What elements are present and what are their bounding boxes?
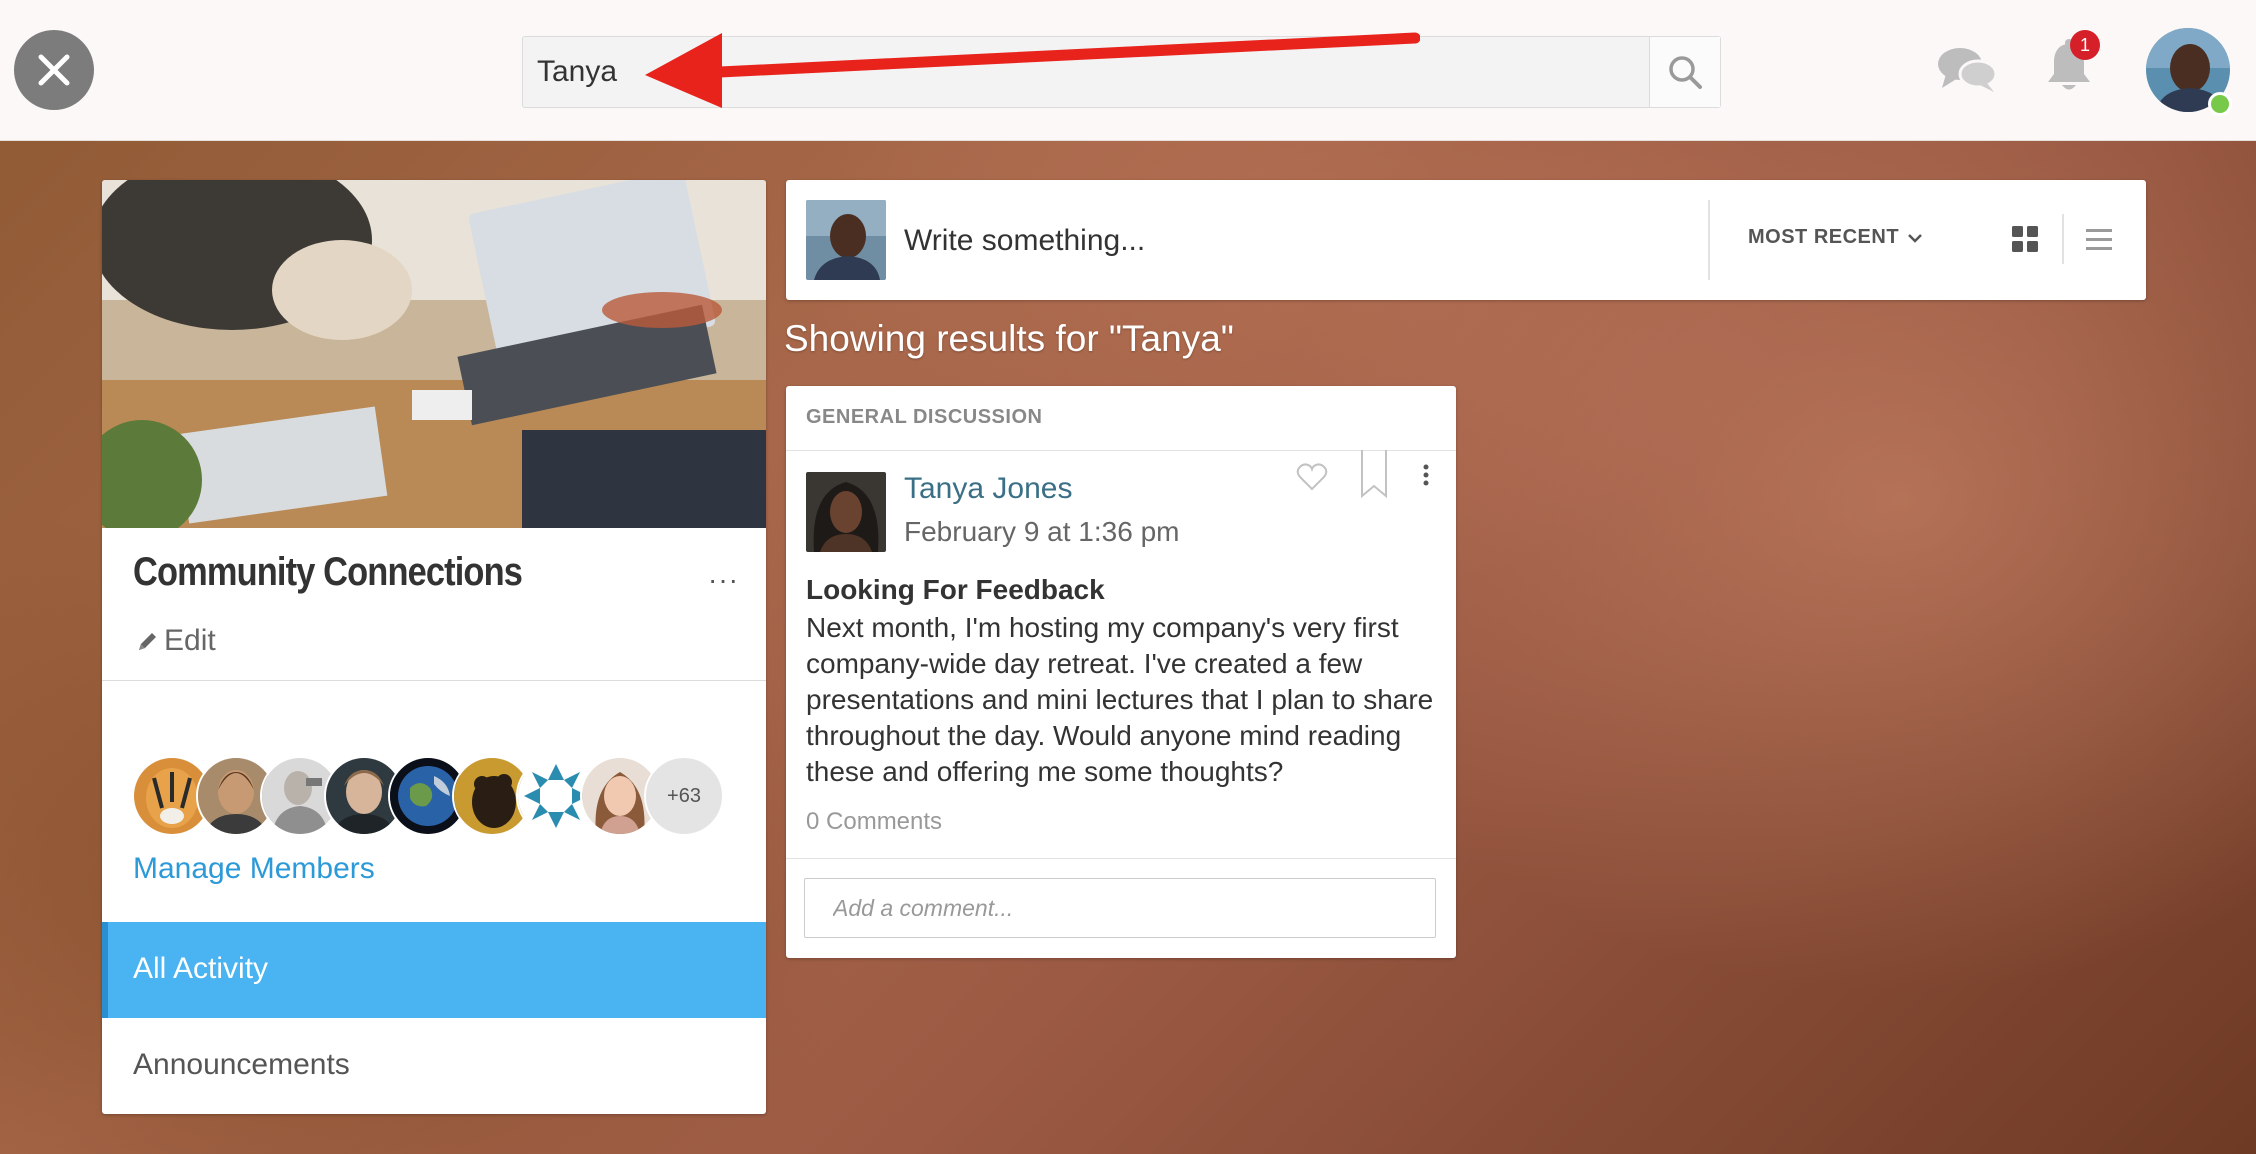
online-status-dot: [2208, 92, 2232, 116]
manage-members-link[interactable]: Manage Members: [133, 852, 375, 886]
chat-icon[interactable]: [1936, 44, 1998, 94]
top-bar: 1: [0, 0, 2256, 141]
notification-badge: 1: [2070, 30, 2100, 60]
member-avatars: +63: [132, 756, 732, 836]
annotation-arrow-icon: [645, 32, 1420, 108]
post-timestamp: February 9 at 1:36 pm: [904, 516, 1180, 547]
edit-label: Edit: [164, 624, 216, 657]
post-card: GENERAL DISCUSSION Tanya Jones February …: [786, 386, 1456, 958]
close-button[interactable]: [14, 30, 94, 110]
post-category[interactable]: GENERAL DISCUSSION: [806, 406, 1042, 429]
divider: [786, 450, 1456, 451]
search-button[interactable]: [1649, 37, 1720, 107]
divider: [786, 858, 1456, 859]
nav-item-label: All Activity: [133, 952, 269, 985]
divider: [1708, 200, 1710, 280]
search-results-heading: Showing results for "Tanya": [784, 318, 1234, 359]
nav-item-announcements[interactable]: Announcements: [102, 1018, 766, 1114]
members-more-count[interactable]: +63: [644, 756, 724, 836]
close-icon: [38, 54, 70, 86]
sort-dropdown[interactable]: MOST RECENT: [1748, 226, 1923, 249]
nav-item-all-activity[interactable]: All Activity: [102, 922, 766, 1018]
comments-count-link[interactable]: 0 Comments: [806, 808, 942, 836]
notifications-button[interactable]: 1: [2044, 30, 2100, 98]
divider: [102, 680, 766, 681]
sort-label: MOST RECENT: [1748, 226, 1900, 248]
chevron-down-icon: [1908, 233, 1922, 243]
heart-icon[interactable]: [1296, 462, 1328, 492]
post-composer: Write something... MOST RECENT: [786, 180, 2146, 300]
post-title: Looking For Feedback: [806, 574, 1105, 605]
pencil-icon: [139, 633, 156, 650]
group-card: Community Connections ··· Edit +63 Manag…: [102, 180, 766, 1114]
post-body: Next month, I'm hosting my company's ver…: [806, 612, 1434, 787]
group-title: Community Connections: [133, 550, 523, 594]
author-avatar[interactable]: [806, 472, 886, 552]
comment-input[interactable]: [804, 878, 1436, 938]
group-more-button[interactable]: ···: [708, 564, 739, 596]
post-menu-icon[interactable]: [1422, 464, 1430, 486]
group-cover-image: [102, 180, 766, 528]
search-icon: [1669, 56, 1702, 89]
composer-avatar: [806, 200, 886, 280]
grid-view-icon[interactable]: [2012, 226, 2038, 252]
nav-item-label: Announcements: [133, 1048, 350, 1081]
author-name-link[interactable]: Tanya Jones: [904, 472, 1072, 506]
list-view-icon[interactable]: [2086, 228, 2112, 252]
divider: [2062, 214, 2064, 264]
bookmark-icon[interactable]: [1360, 450, 1388, 498]
write-something-input[interactable]: Write something...: [904, 224, 1145, 258]
edit-button[interactable]: Edit: [136, 624, 216, 658]
